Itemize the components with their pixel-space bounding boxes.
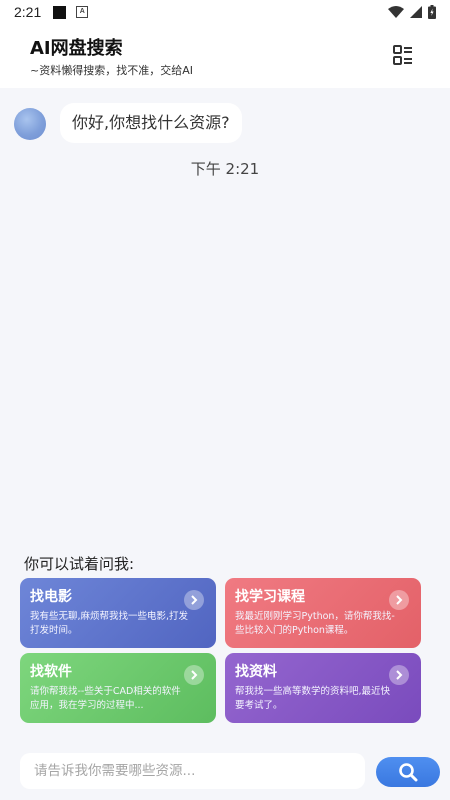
status-bar: 2:21 A [0,0,450,24]
chevron-right-icon[interactable] [389,590,409,610]
suggestion-card-course[interactable]: 找学习课程 我最近刚刚学习Python，请你帮我找-些比较入门的Python课程… [225,578,421,648]
card-title: 找资料 [235,664,277,680]
chat-area: 你好,你想找什么资源? 下午 2:21 [0,88,450,548]
card-title: 找软件 [30,664,72,680]
notification-square-icon [53,5,67,19]
battery-icon [428,5,436,19]
search-button[interactable] [376,757,440,787]
ai-message-bubble: 你好,你想找什么资源? [60,103,242,143]
app-subtitle: ~资料懒得搜索，找不准，交给AI [30,64,193,77]
list-menu-icon[interactable] [392,44,414,66]
chevron-right-icon[interactable] [184,665,204,685]
status-time: 2:21 [14,4,42,20]
chevron-right-icon[interactable] [389,665,409,685]
card-desc: 我最近刚刚学习Python，请你帮我找-些比较入门的Python课程。 [235,611,395,636]
app-title: AI网盘搜索 [30,38,123,59]
chevron-right-icon[interactable] [184,590,204,610]
search-input[interactable]: 请告诉我你需要哪些资源... [20,753,365,789]
avatar [14,108,46,140]
card-desc: 帮我找一些高等数学的资料吧,最近快要考试了。 [235,686,391,711]
a-badge-icon: A [76,6,89,18]
card-title: 找电影 [30,589,72,605]
suggestion-card-material[interactable]: 找资料 帮我找一些高等数学的资料吧,最近快要考试了。 [225,653,421,723]
message-timestamp: 下午 2:21 [190,160,260,178]
suggestion-card-movie[interactable]: 找电影 我有些无聊,麻烦帮我找一些电影,打发打发时间。 [20,578,216,648]
card-desc: 我有些无聊,麻烦帮我找一些电影,打发打发时间。 [30,611,189,636]
card-desc: 请你帮我找--些关于CAD相关的软件应用，我在学习的过程中... [30,686,181,711]
wifi-icon [388,6,404,18]
suggestions-title: 你可以试着问我: [24,555,135,573]
card-title: 找学习课程 [235,589,305,605]
suggestion-card-software[interactable]: 找软件 请你帮我找--些关于CAD相关的软件应用，我在学习的过程中... [20,653,216,723]
search-icon [399,763,418,782]
signal-icon [410,6,422,18]
app-header: AI网盘搜索 ~资料懒得搜索，找不准，交给AI [0,24,450,88]
